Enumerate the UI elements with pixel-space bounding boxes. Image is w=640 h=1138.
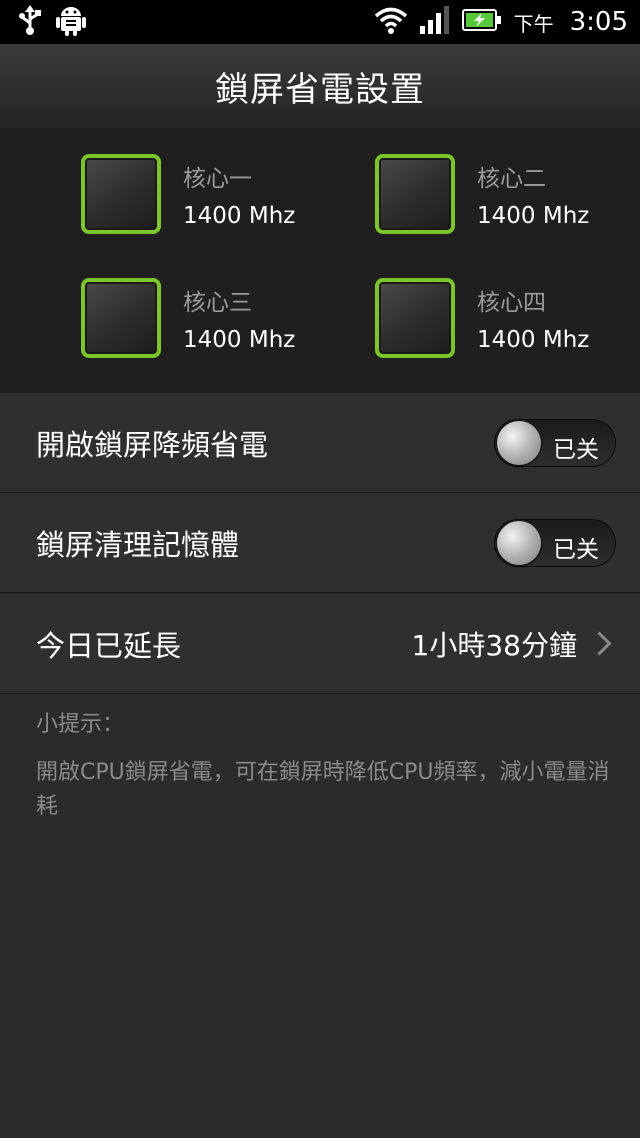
memory-clean-toggle[interactable]: 已关 [494, 518, 616, 567]
status-bar: 下午 3:05 [0, 0, 640, 44]
core-1-frequency: 1400 Mhz [183, 203, 296, 229]
core-4-name: 核心四 [477, 290, 546, 316]
power-save-toggle-state: 已关 [553, 436, 599, 463]
core-2-indicator [375, 154, 455, 234]
title-bar: 鎖屏省電設置 [0, 44, 640, 129]
clock-ampm: 下午 [513, 11, 554, 36]
core-2-name: 核心二 [477, 166, 546, 192]
signal-icon [419, 6, 450, 38]
usb-icon [18, 5, 42, 39]
extended-time-label: 今日已延長 [36, 628, 182, 663]
core-1: 核心一 1400 Mhz [81, 154, 295, 234]
core-3-indicator [81, 278, 161, 358]
battery-charging-icon [461, 7, 502, 37]
extended-time-value: 1小時38分鐘 [411, 628, 577, 662]
wifi-icon [374, 6, 408, 38]
chevron-right-icon [587, 631, 612, 656]
core-2-frequency: 1400 Mhz [477, 203, 590, 229]
core-1-indicator [81, 154, 161, 234]
page-title: 鎖屏省電設置 [215, 69, 425, 110]
tips-body: 開啟CPU鎖屏省電，可在鎖屏時降低CPU頻率，減小電量消耗 [36, 760, 610, 819]
tips-title: 小提示： [36, 712, 125, 737]
power-save-row[interactable]: 開啟鎖屏降頻省電 已关 [0, 393, 640, 493]
core-4: 核心四 1400 Mhz [375, 278, 589, 358]
toggle-knob [497, 420, 541, 465]
core-4-indicator [375, 278, 455, 358]
toggle-knob [497, 520, 541, 565]
memory-clean-row[interactable]: 鎖屏清理記憶體 已关 [0, 493, 640, 593]
core-2: 核心二 1400 Mhz [375, 154, 589, 234]
extended-time-row[interactable]: 今日已延長 1小時38分鐘 [0, 594, 640, 694]
clock-time: 3:05 [569, 7, 628, 37]
core-3: 核心三 1400 Mhz [81, 278, 295, 358]
memory-clean-toggle-state: 已关 [553, 536, 599, 563]
core-4-frequency: 1400 Mhz [477, 327, 590, 353]
android-debug-icon [56, 4, 86, 40]
power-save-toggle[interactable]: 已关 [494, 418, 616, 467]
core-1-name: 核心一 [183, 166, 252, 192]
core-3-name: 核心三 [183, 290, 252, 316]
cpu-cores-panel: 核心一 1400 Mhz 核心二 1400 Mhz 核心三 1400 Mhz 核… [0, 128, 640, 393]
power-save-label: 開啟鎖屏降頻省電 [36, 427, 269, 462]
tips-section: 小提示： 開啟CPU鎖屏省電，可在鎖屏時降低CPU頻率，減小電量消耗 [36, 706, 626, 824]
memory-clean-label: 鎖屏清理記憶體 [36, 527, 240, 562]
core-3-frequency: 1400 Mhz [183, 327, 296, 353]
